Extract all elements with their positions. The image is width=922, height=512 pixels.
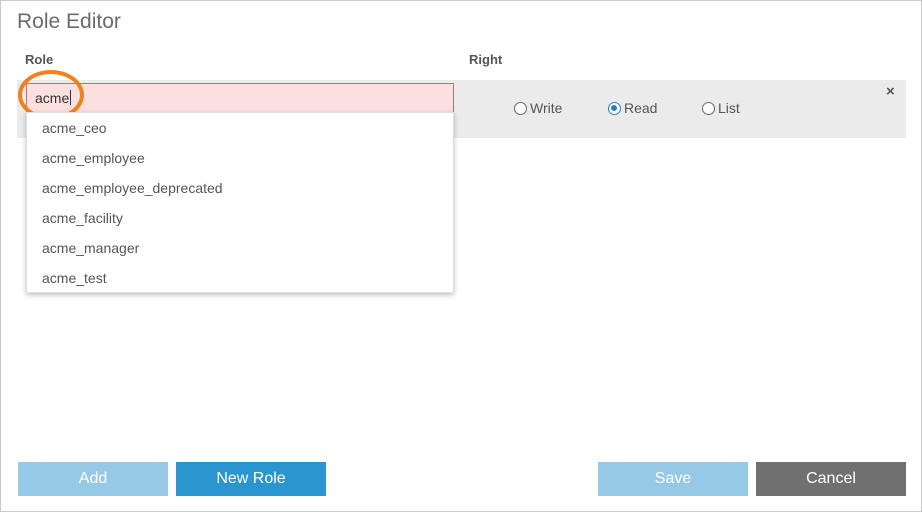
right-column-header: Right bbox=[469, 52, 503, 67]
cancel-button[interactable]: Cancel bbox=[756, 462, 906, 496]
radio-checked-icon bbox=[608, 101, 621, 115]
right-radio-label: Write bbox=[530, 100, 563, 116]
role-column-header: Role bbox=[25, 52, 54, 67]
suggestion-item[interactable]: acme_employee bbox=[27, 143, 453, 173]
suggestion-item[interactable]: acme_manager bbox=[27, 233, 453, 263]
save-button[interactable]: Save bbox=[598, 462, 748, 496]
right-radio-write[interactable]: Write bbox=[514, 99, 562, 117]
remove-row-icon[interactable]: × bbox=[886, 83, 895, 100]
add-button[interactable]: Add bbox=[18, 462, 168, 496]
right-radio-label: Read bbox=[624, 100, 658, 116]
right-radio-label: List bbox=[718, 100, 740, 116]
suggestion-item[interactable]: acme_ceo bbox=[27, 113, 453, 143]
suggestion-item[interactable]: acme_test bbox=[27, 263, 453, 293]
suggestion-item[interactable]: acme_employee_deprecated bbox=[27, 173, 453, 203]
dialog-title: Role Editor bbox=[17, 10, 121, 33]
new-role-button[interactable]: New Role bbox=[176, 462, 326, 496]
right-radio-read[interactable]: Read bbox=[608, 99, 657, 117]
radio-unchecked-icon bbox=[514, 101, 527, 115]
suggestion-item[interactable]: acme_facility bbox=[27, 203, 453, 233]
role-editor-dialog: Role Editor Role Right acme acme_ceo acm… bbox=[0, 0, 922, 512]
radio-unchecked-icon bbox=[702, 101, 715, 115]
role-suggestions-dropdown: acme_ceo acme_employee acme_employee_dep… bbox=[26, 112, 454, 293]
role-input[interactable]: acme bbox=[26, 83, 454, 113]
right-radio-list[interactable]: List bbox=[702, 99, 740, 117]
